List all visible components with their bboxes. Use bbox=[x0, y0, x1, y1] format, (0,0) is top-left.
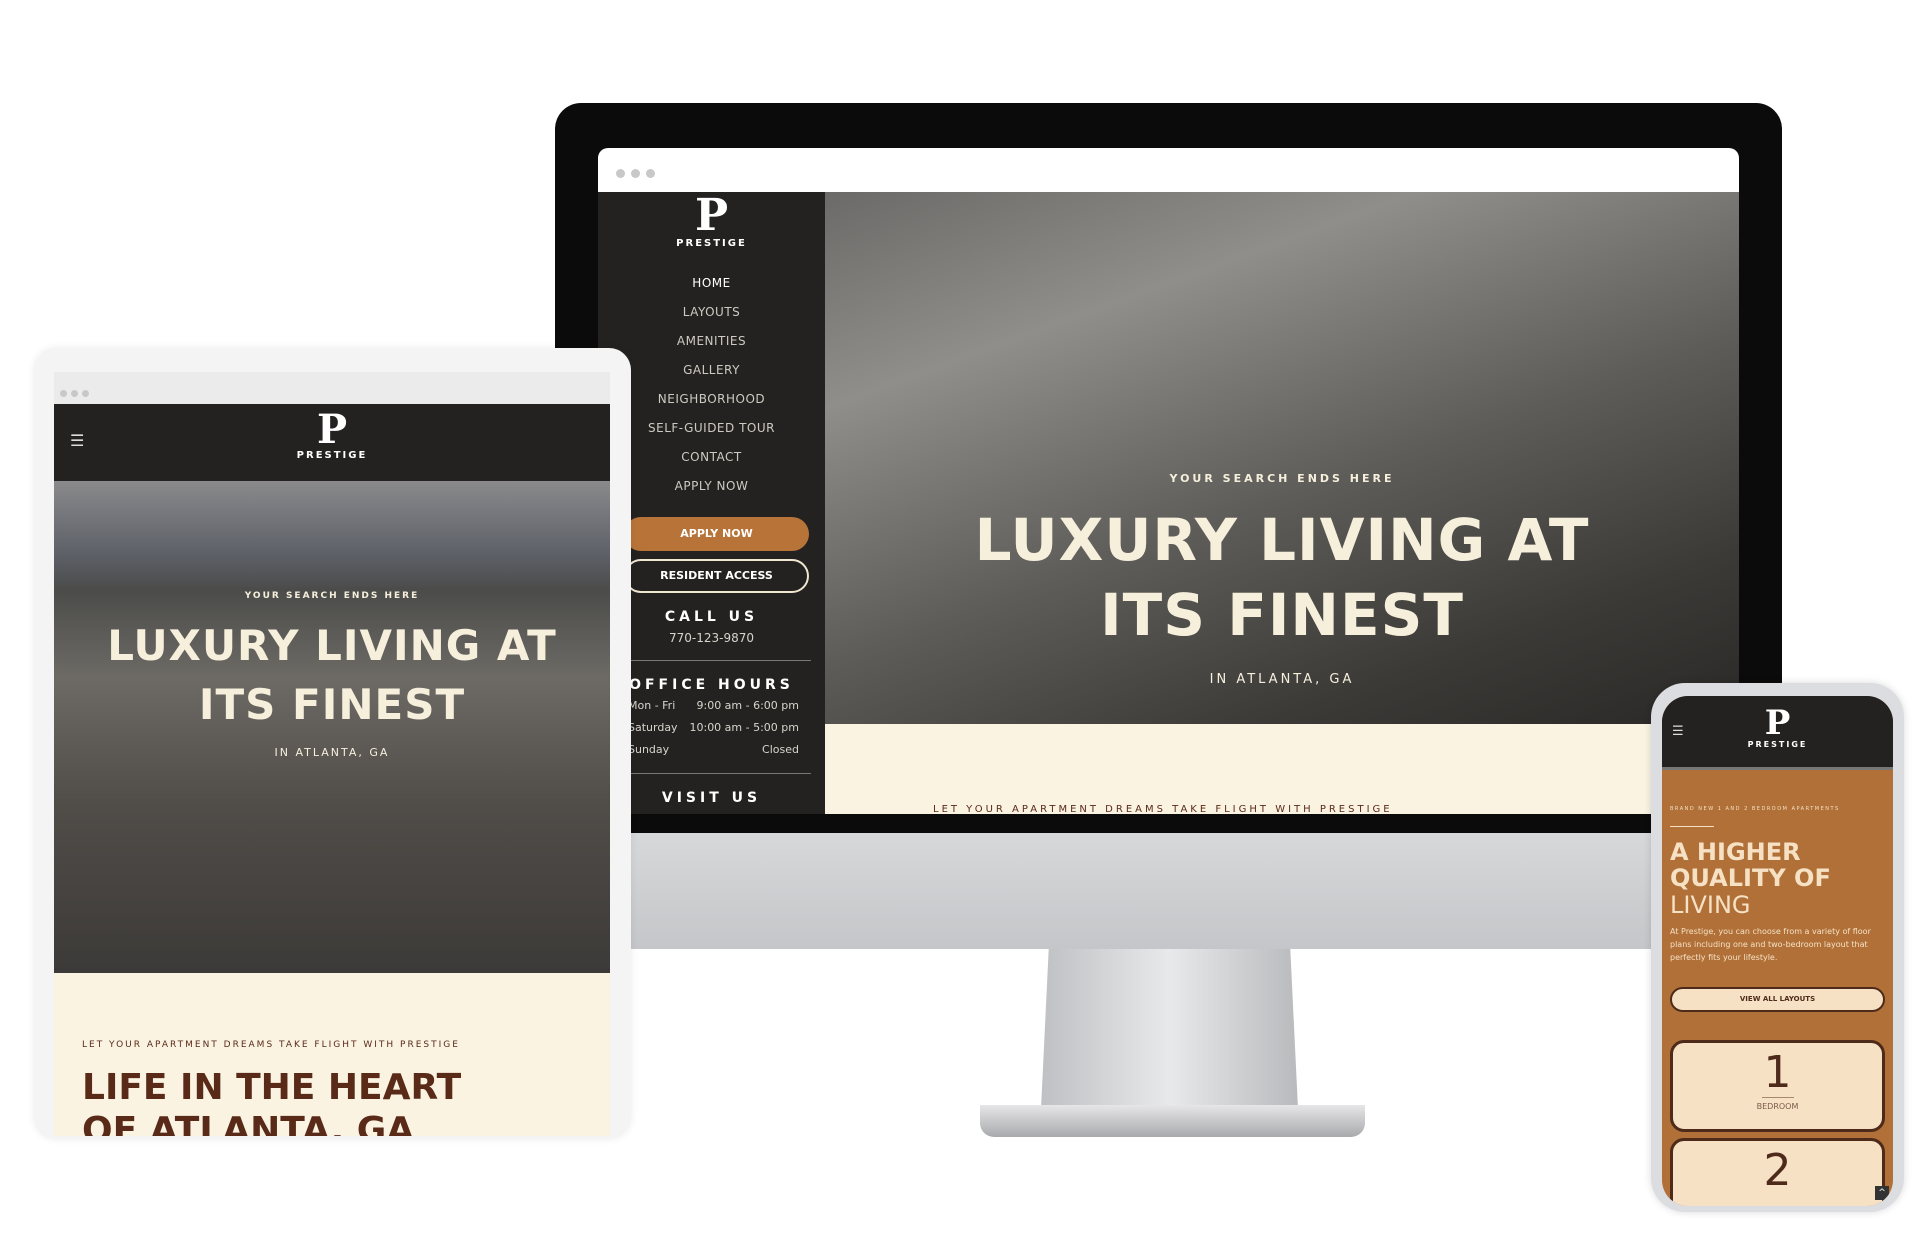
phone-screen: ☰ P PRESTIGE BRAND NEW 1 AND 2 BEDROOM A… bbox=[1662, 696, 1893, 1206]
apply-now-button[interactable]: APPLY NOW bbox=[624, 517, 809, 551]
visit-us-title: VISIT US bbox=[661, 790, 762, 806]
intro-section: LET YOUR APARTMENT DREAMS TAKE FLIGHT WI… bbox=[825, 724, 1739, 814]
logo[interactable]: P bbox=[54, 410, 610, 450]
nav-apply[interactable]: APPLY NOW bbox=[598, 472, 825, 501]
hero-title-line2: ITS FINEST bbox=[1100, 581, 1464, 650]
tablet-browser-bar bbox=[54, 372, 610, 404]
divider bbox=[624, 660, 811, 661]
layout-card-1[interactable]: 1 BEDROOM bbox=[1670, 1040, 1885, 1132]
hamburger-menu-icon[interactable]: ☰ bbox=[70, 431, 84, 450]
phone-link[interactable]: 770-123-9870 bbox=[598, 631, 825, 645]
tablet-hero: YOUR SEARCH ENDS HERE LUXURY LIVING AT I… bbox=[54, 481, 610, 973]
tablet-device: ☰ P PRESTIGE YOUR SEARCH ENDS HERE LUXUR… bbox=[34, 348, 631, 1139]
hero-title-line1: LUXURY LIVING AT bbox=[974, 506, 1590, 574]
phone-heading: A HIGHER QUALITY OF LIVING bbox=[1670, 838, 1831, 919]
browser-bar bbox=[598, 148, 1739, 192]
hero-subtitle: IN ATLANTA, GA bbox=[1209, 671, 1355, 687]
main-nav: HOME LAYOUTS AMENITIES GALLERY NEIGHBORH… bbox=[598, 269, 825, 501]
monitor-base bbox=[980, 1105, 1365, 1137]
monitor-chin bbox=[600, 833, 1782, 949]
logo[interactable]: P PRESTIGE bbox=[598, 194, 825, 250]
tablet-header: ☰ P PRESTIGE bbox=[54, 404, 610, 481]
view-all-layouts-button[interactable]: VIEW ALL LAYOUTS bbox=[1670, 986, 1885, 1012]
phone-eyebrow: BRAND NEW 1 AND 2 BEDROOM APARTMENTS bbox=[1670, 806, 1840, 812]
nav-neighborhood[interactable]: NEIGHBORHOOD bbox=[598, 385, 825, 414]
intro-eyebrow: LET YOUR APARTMENT DREAMS TAKE FLIGHT WI… bbox=[933, 804, 1393, 814]
nav-tour[interactable]: SELF-GUIDED TOUR bbox=[598, 414, 825, 443]
layout-card-2[interactable]: 2 bbox=[1670, 1138, 1885, 1206]
nav-home[interactable]: HOME bbox=[598, 269, 825, 298]
hours-table: Mon - Fri 9:00 am - 6:00 pm Saturday 10:00… bbox=[628, 699, 799, 756]
nav-contact[interactable]: CONTACT bbox=[598, 443, 825, 472]
tablet-intro: LET YOUR APARTMENT DREAMS TAKE FLIGHT WI… bbox=[54, 973, 610, 1136]
scroll-to-top-icon[interactable]: ^ bbox=[1875, 1186, 1889, 1200]
office-hours-title: OFFICE HOURS bbox=[629, 677, 794, 693]
call-us-title: CALL US bbox=[664, 609, 759, 625]
nav-gallery[interactable]: GALLERY bbox=[598, 356, 825, 385]
resident-access-button[interactable]: RESIDENT ACCESS bbox=[624, 559, 809, 593]
phone-device: ☰ P PRESTIGE BRAND NEW 1 AND 2 BEDROOM A… bbox=[1651, 683, 1904, 1212]
monitor-stand bbox=[1041, 949, 1298, 1109]
nav-layouts[interactable]: LAYOUTS bbox=[598, 298, 825, 327]
sidebar: P PRESTIGE HOME LAYOUTS AMENITIES GALLER… bbox=[598, 192, 825, 814]
hero-section: YOUR SEARCH ENDS HERE LUXURY LIVING AT I… bbox=[825, 192, 1739, 724]
hero-eyebrow: YOUR SEARCH ENDS HERE bbox=[1169, 472, 1395, 485]
phone-header: ☰ P PRESTIGE bbox=[1662, 696, 1893, 770]
divider bbox=[1670, 826, 1714, 827]
hamburger-menu-icon[interactable]: ☰ bbox=[1672, 724, 1684, 739]
divider bbox=[624, 773, 811, 774]
phone-body: At Prestige, you can choose from a varie… bbox=[1670, 927, 1871, 962]
logo[interactable]: P bbox=[1662, 696, 1893, 740]
nav-amenities[interactable]: AMENITIES bbox=[598, 327, 825, 356]
